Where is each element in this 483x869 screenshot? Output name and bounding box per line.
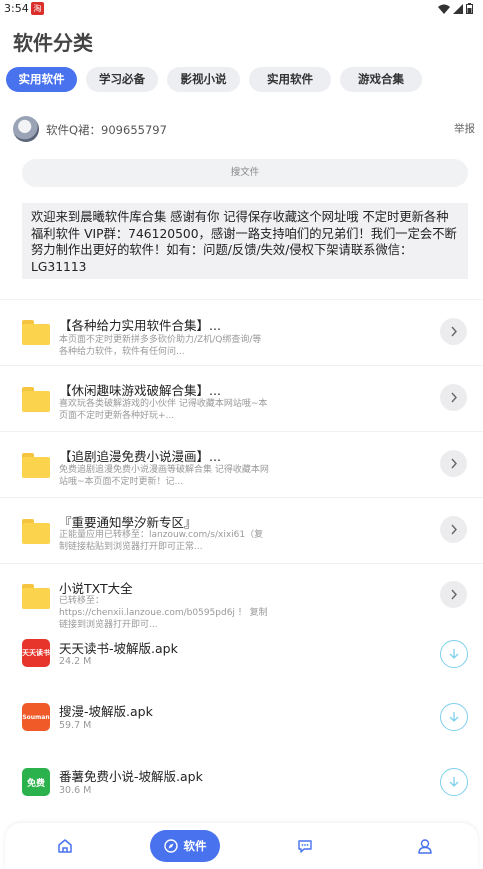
- apk-size: 59.7 M: [59, 720, 92, 731]
- chevron-right-icon[interactable]: [440, 384, 467, 411]
- tab-utility-software-2[interactable]: 实用软件: [249, 67, 331, 92]
- notification-app-icon: 淘: [31, 2, 44, 15]
- tab-utility-software[interactable]: 实用软件: [6, 67, 77, 92]
- notice-text: 欢迎来到晨曦软件库合集 感谢有你 记得保存收藏这个网址哦 不定时更新各种福利软件…: [22, 203, 468, 279]
- folder-icon: [22, 519, 50, 544]
- folder-icon: [22, 453, 50, 478]
- folder-title: 【追剧追漫免费小说漫画】...: [59, 449, 221, 464]
- list-item[interactable]: 天天读书 天天读书-坡解版.apk 24.2 M: [0, 635, 483, 699]
- nav-home[interactable]: [45, 823, 85, 869]
- status-time: 3:54: [4, 2, 29, 15]
- apk-size: 30.6 M: [59, 785, 92, 796]
- chevron-right-icon[interactable]: [440, 516, 467, 543]
- folder-icon: [22, 387, 50, 412]
- apk-name: 番薯免费小说-坡解版.apk: [59, 769, 203, 784]
- list-item[interactable]: 【追剧追漫免费小说漫画】... 免费追剧追漫免费小说漫画等破解合集 记得收藏本网…: [0, 431, 483, 497]
- list-item[interactable]: 【休闲趣味游戏破解合集】... 喜欢玩各类破解游戏的小伙伴 记得收藏本网站哦~本…: [0, 365, 483, 431]
- folder-title: 【休闲趣味游戏破解合集】...: [59, 383, 221, 398]
- tab-study-essentials[interactable]: 学习必备: [86, 67, 158, 92]
- wifi-icon: [438, 4, 450, 14]
- tab-movies-novels[interactable]: 影视小说: [167, 67, 240, 92]
- tab-game-collection[interactable]: 游戏合集: [340, 67, 422, 92]
- list-item[interactable]: 小说TXT大全 已转移至：https://chenxii.lanzoue.com…: [0, 563, 483, 635]
- list-item[interactable]: 免费 番薯免费小说-坡解版.apk 30.6 M: [0, 764, 483, 824]
- apk-name: 天天读书-坡解版.apk: [59, 641, 178, 656]
- nav-software-label: 软件: [183, 839, 207, 853]
- bottom-nav: 软件: [5, 823, 478, 869]
- chevron-right-icon[interactable]: [440, 450, 467, 477]
- folder-icon: [22, 584, 50, 609]
- chevron-right-icon[interactable]: [440, 318, 467, 345]
- home-icon: [58, 839, 72, 853]
- folder-desc: 免费追剧追漫免费小说漫画等破解合集 记得收藏本网站哦~本页面不定时更新！记...: [59, 465, 269, 487]
- category-tabs: 实用软件 学习必备 影视小说 实用软件 游戏合集: [6, 67, 431, 92]
- file-list: 【各种给力实用软件合集】... 本页面不定时更新拼多多砍价助力/Z机/Q绑查询/…: [0, 299, 483, 824]
- folder-icon: [22, 320, 50, 345]
- nav-software[interactable]: 软件: [150, 830, 220, 862]
- list-item[interactable]: 『重要通知學汐新专区』 正能量应用已转移至：lanzouw.com/s/xixi…: [0, 497, 483, 563]
- download-icon[interactable]: [440, 640, 468, 668]
- battery-icon: [466, 3, 473, 14]
- qq-group-row: 软件Q裙：909655797 举报: [13, 116, 475, 142]
- avatar: [13, 116, 39, 142]
- chat-icon: [298, 840, 312, 853]
- folder-desc: 本页面不定时更新拼多多砍价助力/Z机/Q绑查询/等各种给力软件，软件有任何问..…: [59, 335, 262, 357]
- status-indicators: [438, 3, 473, 14]
- download-icon[interactable]: [440, 703, 468, 731]
- compass-icon: [163, 839, 178, 853]
- status-bar: 3:54 淘: [0, 0, 483, 18]
- folder-desc: 喜欢玩各类破解游戏的小伙伴 记得收藏本网站哦~本页面不定时更新各种好玩+...: [59, 399, 268, 421]
- list-item[interactable]: 【各种给力实用软件合集】... 本页面不定时更新拼多多砍价助力/Z机/Q绑查询/…: [0, 299, 483, 365]
- search-input[interactable]: 搜文件: [22, 159, 468, 187]
- app-icon: 免费: [22, 768, 50, 796]
- page-title: 软件分类: [13, 31, 93, 55]
- qq-group-text: 软件Q裙：909655797: [46, 123, 167, 137]
- report-link[interactable]: 举报: [454, 121, 475, 136]
- user-icon: [418, 839, 432, 854]
- signal-icon: [453, 3, 463, 14]
- folder-desc: 正能量应用已转移至：lanzouw.com/s/xixi61（复制链接粘贴到浏览…: [59, 530, 264, 552]
- folder-desc: 已转移至：https://chenxii.lanzoue.com/b0595pd…: [59, 596, 268, 630]
- nav-profile[interactable]: [405, 823, 445, 869]
- download-icon[interactable]: [440, 768, 468, 796]
- app-icon: 天天读书: [22, 639, 50, 667]
- apk-name: 搜漫-坡解版.apk: [59, 704, 153, 719]
- folder-title: 【各种给力实用软件合集】...: [59, 318, 221, 333]
- apk-size: 24.2 M: [59, 656, 92, 667]
- chevron-right-icon[interactable]: [440, 581, 467, 608]
- app-icon: Souman: [22, 703, 50, 731]
- nav-messages[interactable]: [285, 823, 325, 869]
- list-item[interactable]: Souman 搜漫-坡解版.apk 59.7 M: [0, 699, 483, 764]
